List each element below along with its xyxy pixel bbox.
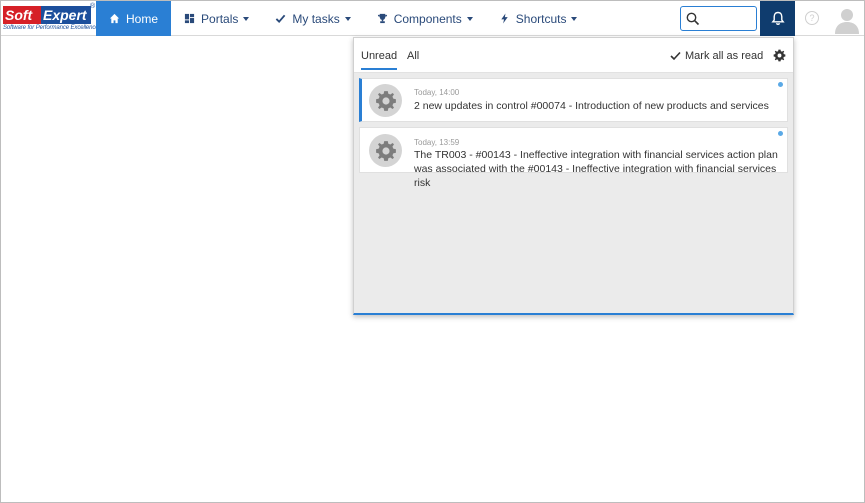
- user-avatar[interactable]: [833, 6, 861, 34]
- notification-message: 2 new updates in control #00074 - Introd…: [414, 100, 769, 112]
- notification-item[interactable]: Today, 13:59 The TR003 - #00143 - Ineffe…: [359, 127, 788, 189]
- unread-indicator[interactable]: [778, 131, 783, 136]
- notifications-header: Unread All Mark all as read: [354, 38, 793, 73]
- nav-my-tasks-label: My tasks: [292, 11, 340, 26]
- notification-time: Today, 13:59: [414, 138, 460, 147]
- notification-time: Today, 14:00: [414, 88, 460, 97]
- main-nav: Home Portals My tasks Components Shortcu…: [96, 1, 590, 36]
- nav-portals-label: Portals: [201, 11, 239, 26]
- notifications-dropdown: Unread All Mark all as read Today, 14:00…: [353, 37, 794, 315]
- top-navigation-bar: Soft Expert ® Software for Performance E…: [1, 1, 864, 36]
- search-input[interactable]: [680, 6, 757, 31]
- nav-portals[interactable]: Portals: [171, 1, 262, 36]
- chevron-down-icon: [344, 16, 351, 21]
- checkmark-icon: [276, 14, 286, 24]
- user-icon: [835, 9, 859, 34]
- gear-icon: [375, 140, 396, 161]
- bell-icon: [770, 11, 785, 25]
- mark-all-read-label: Mark all as read: [685, 50, 764, 62]
- search-icon: [686, 12, 700, 26]
- notification-item[interactable]: Today, 14:00 2 new updates in control #0…: [359, 78, 788, 122]
- nav-components-label: Components: [393, 11, 462, 26]
- checkmark-icon: [670, 51, 681, 61]
- chevron-down-icon: [243, 16, 250, 21]
- logo-tagline: Software for Performance Excellence: [3, 25, 99, 31]
- trophy-icon: [377, 13, 387, 24]
- chevron-down-icon: [466, 16, 473, 21]
- logo-registered-mark: ®: [90, 3, 96, 10]
- nav-shortcuts[interactable]: Shortcuts: [486, 1, 591, 36]
- tab-unread[interactable]: Unread: [361, 50, 398, 70]
- notifications-button[interactable]: [760, 1, 795, 36]
- nav-home-label: Home: [126, 11, 159, 26]
- softexpert-logo[interactable]: Soft Expert ® Software for Performance E…: [1, 1, 99, 36]
- notification-message: The TR003 - #00143 - Ineffective integra…: [414, 149, 778, 189]
- nav-shortcuts-label: Shortcuts: [515, 11, 567, 26]
- home-icon: [109, 13, 120, 24]
- gear-icon[interactable]: [773, 49, 786, 62]
- help-icon[interactable]: ?: [805, 11, 819, 25]
- tab-all[interactable]: All: [407, 50, 419, 62]
- nav-home[interactable]: Home: [96, 1, 172, 36]
- notification-avatar: [369, 84, 402, 117]
- unread-indicator[interactable]: [778, 82, 783, 87]
- gear-icon: [375, 90, 396, 111]
- notification-avatar: [369, 134, 402, 167]
- nav-my-tasks[interactable]: My tasks: [262, 1, 363, 36]
- dashboard-icon: [184, 13, 195, 24]
- logo-expert-text: Expert: [41, 6, 91, 24]
- mark-all-read-button[interactable]: Mark all as read: [670, 50, 763, 62]
- lightning-icon: [501, 13, 508, 24]
- logo-soft-text: Soft: [3, 6, 41, 24]
- nav-components[interactable]: Components: [364, 1, 486, 36]
- chevron-down-icon: [571, 16, 578, 21]
